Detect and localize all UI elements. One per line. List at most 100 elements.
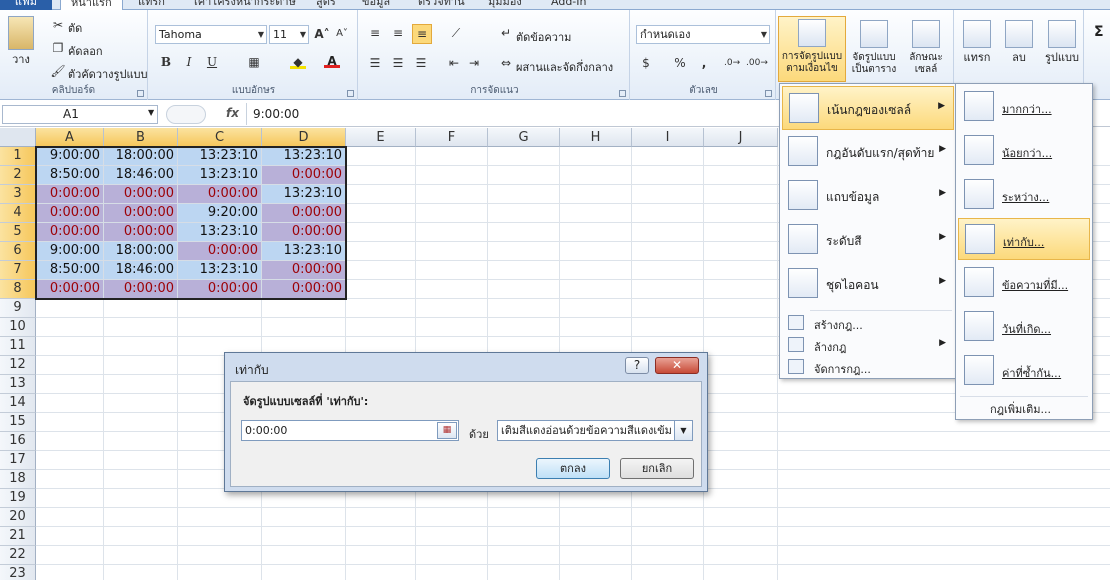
delete-cells-button[interactable]: ลบ [1000,16,1038,64]
cut-button[interactable]: ตัด [68,19,82,37]
more-rules-item[interactable]: กฎเพิ่มเติม... [990,400,1051,418]
align-top-icon[interactable]: ≡ [367,26,383,40]
increase-decimal-icon[interactable]: .0→ [724,56,740,70]
tab-insert[interactable]: แทรก [138,0,165,10]
submenu-item[interactable]: มากกว่า... [958,86,1090,128]
align-right-icon[interactable]: ☰ [413,56,429,70]
clipboard-launcher[interactable] [137,90,144,97]
paste-button[interactable]: วาง [6,16,36,66]
column-header[interactable]: F [416,128,488,147]
align-middle-icon[interactable]: ≡ [390,26,406,40]
row-header[interactable]: 12 [0,356,36,375]
row-header[interactable]: 11 [0,337,36,356]
row-header[interactable]: 5 [0,223,36,242]
row-header[interactable]: 16 [0,432,36,451]
row-header[interactable]: 2 [0,166,36,185]
wrap-text-button[interactable]: ตัดข้อความ [516,28,571,46]
cancel-button[interactable]: ยกเลิก [620,458,694,479]
format-painter-button[interactable]: ตัวคัดวางรูปแบบ [68,65,148,83]
number-format-combo[interactable]: กำหนดเอง ▼ [636,25,770,44]
row-header[interactable]: 3 [0,185,36,204]
format-cells-button[interactable]: รูปแบบ [1042,16,1082,64]
font-size-combo[interactable]: 11 ▼ [269,25,309,44]
column-header[interactable]: J [704,128,778,147]
row-header[interactable]: 4 [0,204,36,223]
row-header[interactable]: 19 [0,489,36,508]
name-box[interactable]: A1 [2,105,158,124]
submenu-item[interactable]: น้อยกว่า... [958,130,1090,172]
tab-file[interactable]: แฟ้ม [0,0,52,10]
copy-button[interactable]: คัดลอก [68,42,103,60]
new-rule-item[interactable]: สร้างกฎ... [782,312,954,334]
increase-indent-icon[interactable]: ⇥ [466,56,482,70]
row-header[interactable]: 18 [0,470,36,489]
align-bottom-icon[interactable]: ≡ [412,24,432,44]
row-header[interactable]: 7 [0,261,36,280]
help-button[interactable]: ? [625,357,649,374]
submenu-item[interactable]: ค่าที่ซ้ำกัน... [958,350,1090,392]
select-all-corner[interactable] [0,128,36,147]
shrink-font-icon[interactable]: A˅ [334,27,350,41]
underline-button[interactable]: U [204,55,220,69]
row-header[interactable]: 17 [0,451,36,470]
grow-font-icon[interactable]: A˄ [314,27,330,41]
submenu-item[interactable]: วันที่เกิด... [958,306,1090,348]
chevron-down-icon[interactable]: ▼ [148,108,154,117]
comma-button[interactable]: , [696,56,712,70]
close-button[interactable]: ✕ [655,357,699,374]
row-header[interactable]: 8 [0,280,36,299]
percent-button[interactable]: % [672,56,688,70]
column-header[interactable]: D [262,128,346,147]
row-header[interactable]: 13 [0,375,36,394]
insert-cells-button[interactable]: แทรก [958,16,996,64]
row-header[interactable]: 20 [0,508,36,527]
submenu-item[interactable]: ระหว่าง... [958,174,1090,216]
row-header[interactable]: 21 [0,527,36,546]
column-header[interactable]: C [178,128,262,147]
column-header[interactable]: G [488,128,560,147]
insert-function-button[interactable]: fx [226,106,239,120]
align-center-icon[interactable]: ☰ [390,56,406,70]
currency-icon[interactable]: $ [638,56,654,70]
row-header[interactable]: 10 [0,318,36,337]
alignment-launcher[interactable] [619,90,626,97]
format-select[interactable]: เติมสีแดงอ่อนด้วยข้อความสีแดงเข้ม ▼ [497,420,693,441]
formula-bar-resize-handle[interactable] [166,105,206,124]
formula-input[interactable]: 9:00:00 [246,103,786,125]
font-launcher[interactable] [347,90,354,97]
range-selector-icon[interactable]: ▦ [437,422,457,439]
cf-menu-item[interactable]: เน้นกฎของเซลล์ ▶ [782,86,954,130]
bold-button[interactable]: B [158,55,174,69]
row-header[interactable]: 1 [0,147,36,166]
tab-formulas[interactable]: สูตร [316,0,336,10]
row-header[interactable]: 22 [0,546,36,565]
submenu-item[interactable]: เท่ากับ... [958,218,1090,260]
row-header[interactable]: 15 [0,413,36,432]
value-input[interactable]: 0:00:00 [241,420,459,441]
clear-rules-item[interactable]: ล้างกฎ ▶ [782,334,954,356]
decrease-indent-icon[interactable]: ⇤ [446,56,462,70]
submenu-item[interactable]: ข้อความที่มี... [958,262,1090,304]
manage-rules-item[interactable]: จัดการกฎ... [782,356,954,378]
autosum-button[interactable]: Σ [1094,24,1104,40]
row-header[interactable]: 23 [0,565,36,580]
decrease-decimal-icon[interactable]: .00→ [746,56,768,70]
row-header[interactable]: 14 [0,394,36,413]
format-as-table-button[interactable]: จัดรูปแบบเป็นตาราง [848,16,900,76]
column-header[interactable]: E [346,128,416,147]
align-left-icon[interactable]: ☰ [367,56,383,70]
cf-menu-item[interactable]: แถบข้อมูล ▶ [782,174,954,218]
tab-addins[interactable]: Add-In [551,0,586,10]
tab-review[interactable]: ตรวจทาน [418,0,465,10]
borders-icon[interactable]: ▦ [246,55,262,69]
cf-menu-item[interactable]: ชุดไอคอน ▶ [782,262,954,306]
number-launcher[interactable] [765,90,772,97]
column-header[interactable]: B [104,128,178,147]
conditional-formatting-button[interactable]: การจัดรูปแบบตามเงื่อนไข [778,16,846,82]
column-header[interactable]: A [36,128,104,147]
column-header[interactable]: I [632,128,704,147]
ok-button[interactable]: ตกลง [536,458,610,479]
cf-menu-item[interactable]: ระดับสี ▶ [782,218,954,262]
tab-view[interactable]: มุมมอง [488,0,522,10]
font-name-combo[interactable]: Tahoma ▼ [155,25,267,44]
